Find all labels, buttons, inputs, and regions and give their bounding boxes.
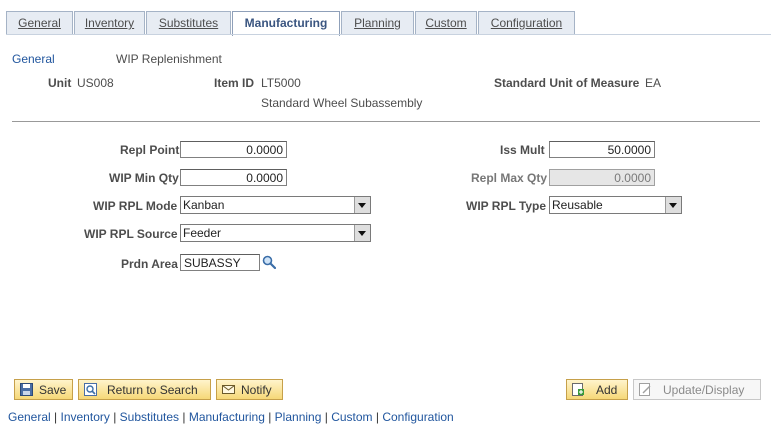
update-display-icon xyxy=(639,383,651,396)
notify-button[interactable]: Notify xyxy=(216,379,283,400)
tab-inventory[interactable]: Inventory xyxy=(74,11,145,34)
tab-general-label: General xyxy=(18,16,61,30)
tab-custom[interactable]: Custom xyxy=(415,11,477,34)
wip-rpl-source-value: Feeder xyxy=(183,226,222,240)
wip-rpl-type-select[interactable]: Reusable xyxy=(549,196,682,214)
wip-rpl-source-select[interactable]: Feeder xyxy=(180,224,371,242)
tab-substitutes-label: Substitutes xyxy=(158,16,219,30)
tab-configuration[interactable]: Configuration xyxy=(478,11,575,34)
footer-link-substitutes[interactable]: Substitutes xyxy=(120,410,179,424)
uom-label: Standard Unit of Measure xyxy=(494,76,640,90)
item-id-label: Item ID xyxy=(214,76,255,90)
tab-manufacturing[interactable]: Manufacturing xyxy=(232,11,340,36)
iss-mult-label: Iss Mult xyxy=(500,143,545,157)
breadcrumb-general-link[interactable]: General xyxy=(12,52,55,66)
unit-value: US008 xyxy=(77,76,114,90)
footer-link-manufacturing[interactable]: Manufacturing xyxy=(189,410,265,424)
save-button-label: Save xyxy=(39,383,67,397)
tab-bar: General Inventory Substitutes Manufactur… xyxy=(6,11,771,36)
prdn-area-label: Prdn Area xyxy=(121,257,178,271)
separator: | xyxy=(372,410,383,424)
chevron-down-icon[interactable] xyxy=(665,197,681,213)
item-description: Standard Wheel Subassembly xyxy=(261,96,423,110)
add-button-label: Add xyxy=(596,383,618,397)
footer-link-general[interactable]: General xyxy=(8,410,51,424)
return-search-icon xyxy=(84,383,97,396)
wip-rpl-mode-select[interactable]: Kanban xyxy=(180,196,371,214)
unit-label: Unit xyxy=(48,76,72,90)
return-to-search-button[interactable]: Return to Search xyxy=(78,379,211,400)
chevron-down-icon[interactable] xyxy=(354,225,370,241)
repl-point-input[interactable] xyxy=(180,141,287,158)
tab-divider xyxy=(6,34,771,35)
tab-configuration-label: Configuration xyxy=(490,16,563,30)
add-button[interactable]: Add xyxy=(566,379,628,400)
separator: | xyxy=(321,410,332,424)
page-subtitle: WIP Replenishment xyxy=(116,52,222,66)
wip-rpl-mode-value: Kanban xyxy=(183,198,225,212)
return-to-search-label: Return to Search xyxy=(107,383,198,397)
footer-link-planning[interactable]: Planning xyxy=(275,410,322,424)
item-id-value: LT5000 xyxy=(261,76,301,90)
save-icon xyxy=(20,383,33,396)
lookup-magnifier-icon[interactable] xyxy=(262,255,276,269)
tab-substitutes[interactable]: Substitutes xyxy=(146,11,231,34)
update-display-button: Update/Display xyxy=(633,379,761,400)
footer-link-inventory[interactable]: Inventory xyxy=(61,410,110,424)
repl-point-label: Repl Point xyxy=(120,143,180,157)
prdn-area-input[interactable] xyxy=(180,254,260,271)
notify-icon xyxy=(222,385,235,394)
wip-min-qty-label: WIP Min Qty xyxy=(109,171,179,185)
add-icon xyxy=(572,383,584,396)
repl-max-qty-input xyxy=(549,169,655,186)
tab-custom-label: Custom xyxy=(425,16,467,30)
footer-link-configuration[interactable]: Configuration xyxy=(382,410,453,424)
iss-mult-input[interactable] xyxy=(549,141,655,158)
tab-manufacturing-label: Manufacturing xyxy=(244,16,328,30)
footer-link-custom[interactable]: Custom xyxy=(331,410,372,424)
tab-inventory-label: Inventory xyxy=(84,16,135,30)
repl-max-qty-label: Repl Max Qty xyxy=(471,171,548,185)
chevron-down-icon[interactable] xyxy=(354,197,370,213)
save-button[interactable]: Save xyxy=(14,379,73,400)
wip-min-qty-input[interactable] xyxy=(180,169,287,186)
uom-value: EA xyxy=(645,76,662,90)
tab-general[interactable]: General xyxy=(6,11,73,34)
section-divider xyxy=(12,121,760,122)
update-display-label: Update/Display xyxy=(663,383,745,397)
wip-rpl-type-label: WIP RPL Type xyxy=(466,199,547,213)
wip-rpl-mode-label: WIP RPL Mode xyxy=(93,199,178,213)
wip-rpl-source-label: WIP RPL Source xyxy=(84,227,178,241)
footer-links: General | Inventory | Substitutes | Manu… xyxy=(8,410,454,424)
tab-planning-label: Planning xyxy=(354,16,401,30)
separator: | xyxy=(264,410,275,424)
separator: | xyxy=(109,410,120,424)
separator: | xyxy=(179,410,189,424)
tab-planning[interactable]: Planning xyxy=(341,11,414,34)
separator: | xyxy=(50,410,61,424)
notify-button-label: Notify xyxy=(241,383,272,397)
wip-rpl-type-value: Reusable xyxy=(552,198,603,212)
